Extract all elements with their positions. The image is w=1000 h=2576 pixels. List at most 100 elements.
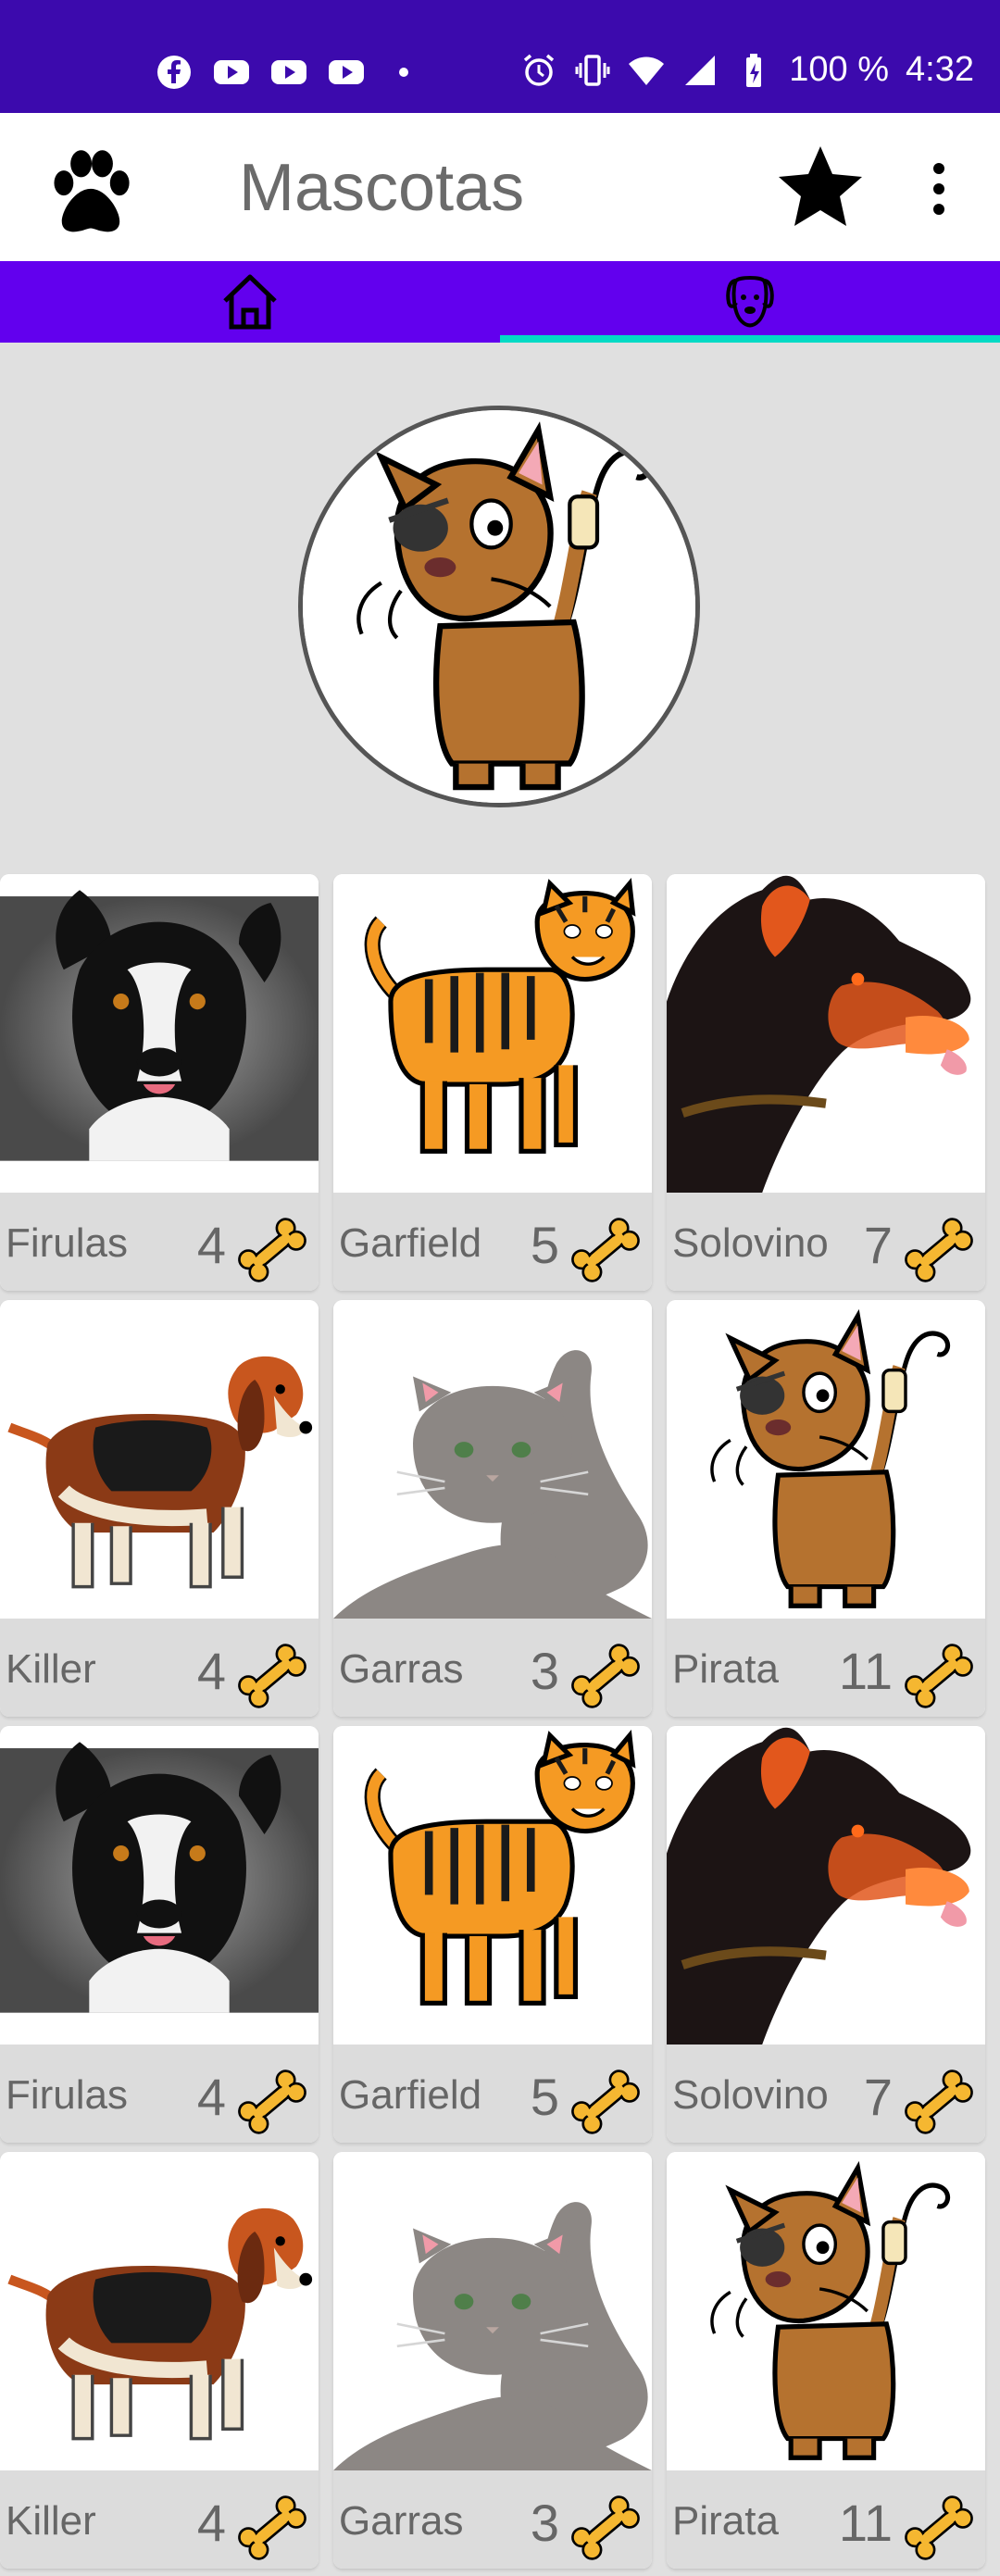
pet-card[interactable]: Garfield 5 <box>333 1726 652 2143</box>
pet-card[interactable]: Garfield 5 <box>333 874 652 1291</box>
beagle-image <box>0 1300 319 1619</box>
bone-icon <box>571 1644 640 1708</box>
bone-icon <box>238 2070 306 2134</box>
pet-rating: 4 <box>196 1642 226 1700</box>
pet-card-footer: Killer 4 <box>0 2470 319 2569</box>
alarm-icon <box>524 54 555 86</box>
bone-button[interactable] <box>231 1209 313 1291</box>
bone-button[interactable] <box>565 2487 646 2569</box>
bone-button[interactable] <box>565 2061 646 2143</box>
youtube-icon <box>329 60 364 84</box>
pet-card-footer: Solovino 7 <box>667 1193 985 1291</box>
battery-icon <box>746 53 762 87</box>
bone-button[interactable] <box>898 2061 980 2143</box>
app-bar: Mascotas <box>0 113 1000 261</box>
pet-rating: 3 <box>530 1642 559 1700</box>
pet-name: Firulas <box>6 1220 129 1266</box>
pet-card-footer: Garras 3 <box>333 1619 652 1717</box>
bone-icon <box>905 1644 973 1708</box>
bone-icon <box>238 1644 306 1708</box>
tiger-cat-image <box>333 874 652 1193</box>
battery-level: 100 % <box>789 50 890 89</box>
pet-name: Solovino <box>672 2072 829 2118</box>
bone-button[interactable] <box>565 1635 646 1717</box>
pet-card-footer: Pirata 11 <box>667 1619 985 1717</box>
tab-home[interactable] <box>0 261 500 343</box>
bone-icon <box>571 2070 640 2134</box>
home-icon <box>223 274 277 330</box>
pet-card[interactable]: Solovino 7 <box>667 874 985 1291</box>
bone-button[interactable] <box>231 2487 313 2569</box>
pet-rating: 4 <box>196 2494 226 2552</box>
pet-card-footer: Firulas 4 <box>0 2045 319 2143</box>
bone-button[interactable] <box>898 1635 980 1717</box>
pirate-cat-image <box>303 410 695 803</box>
pet-card-footer: Firulas 4 <box>0 1193 319 1291</box>
pet-rating: 5 <box>530 1216 559 1274</box>
bone-icon <box>905 1218 973 1282</box>
doberman-image <box>667 1726 985 2045</box>
pet-card[interactable]: Pirata 11 <box>667 2152 985 2569</box>
bone-icon <box>238 1218 306 1282</box>
dot-icon <box>399 68 408 77</box>
vibrate-icon <box>575 54 610 86</box>
profile-photo <box>298 406 700 807</box>
pet-name: Garras <box>339 1646 464 1692</box>
border-collie-image <box>0 1726 319 2045</box>
bone-icon <box>571 1218 640 1282</box>
pet-card-footer: Solovino 7 <box>667 2045 985 2143</box>
notification-icons <box>156 54 422 91</box>
app-title: Mascotas <box>239 151 525 225</box>
tab-pet-profile[interactable] <box>500 261 1000 343</box>
pirate-cat-image <box>667 2152 985 2470</box>
bone-button[interactable] <box>231 2061 313 2143</box>
pet-rating: 4 <box>196 1216 226 1274</box>
pet-card[interactable]: Firulas 4 <box>0 1726 319 2143</box>
pet-card-footer: Pirata 11 <box>667 2470 985 2569</box>
grey-kitten-image <box>333 1300 652 1619</box>
pet-name: Killer <box>6 1646 96 1692</box>
pet-card-footer: Killer 4 <box>0 1619 319 1717</box>
pet-rating: 5 <box>530 2068 559 2126</box>
bone-button[interactable] <box>898 2487 980 2569</box>
signal-icon <box>685 55 716 85</box>
pet-name: Pirata <box>672 1646 779 1692</box>
dog-face-icon <box>726 276 774 328</box>
pet-rating: 11 <box>838 1642 893 1700</box>
pet-card[interactable]: Garras 3 <box>333 1300 652 1717</box>
pet-card[interactable]: Pirata 11 <box>667 1300 985 1717</box>
status-bar: 100 % 4:32 <box>0 0 1000 113</box>
border-collie-image <box>0 874 319 1193</box>
bone-button[interactable] <box>565 1209 646 1291</box>
bone-icon <box>238 2495 306 2560</box>
pet-name: Pirata <box>672 2498 779 2544</box>
facebook-icon <box>157 56 191 89</box>
pet-card[interactable]: Garras 3 <box>333 2152 652 2569</box>
bone-button[interactable] <box>231 1635 313 1717</box>
more-vert-icon[interactable] <box>919 159 959 219</box>
selected-tab-indicator <box>500 335 1000 343</box>
bone-button[interactable] <box>898 1209 980 1291</box>
pet-card[interactable]: Solovino 7 <box>667 1726 985 2143</box>
pet-rating: 7 <box>863 2068 893 2126</box>
pet-card[interactable]: Killer 4 <box>0 2152 319 2569</box>
doberman-image <box>667 874 985 1193</box>
pet-rating: 11 <box>838 2494 893 2552</box>
bone-icon <box>905 2070 973 2134</box>
pet-name: Garfield <box>339 1220 482 1266</box>
grey-kitten-image <box>333 2152 652 2470</box>
pirate-cat-image <box>667 1300 985 1619</box>
pet-card[interactable]: Killer 4 <box>0 1300 319 1717</box>
star-icon[interactable] <box>774 141 867 233</box>
pet-card[interactable]: Firulas 4 <box>0 874 319 1291</box>
bone-icon <box>905 2495 973 2560</box>
tiger-cat-image <box>333 1726 652 2045</box>
pet-rating: 3 <box>530 2494 559 2552</box>
pet-card-footer: Garfield 5 <box>333 2045 652 2143</box>
pet-name: Solovino <box>672 1220 829 1266</box>
youtube-icon <box>271 60 306 84</box>
pet-name: Killer <box>6 2498 96 2544</box>
pet-card-footer: Garras 3 <box>333 2470 652 2569</box>
system-status: 100 % 4:32 <box>520 50 974 90</box>
paw-icon <box>54 150 130 232</box>
